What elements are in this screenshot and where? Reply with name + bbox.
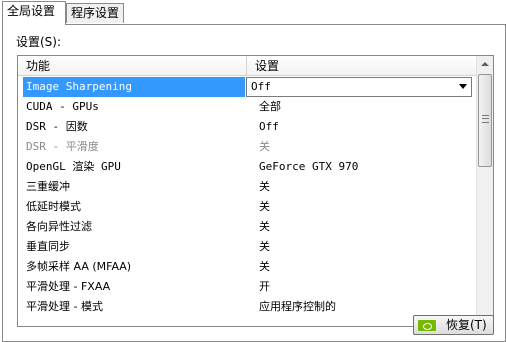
feature-name: OpenGL 渲染 GPU (26, 160, 121, 173)
table-row[interactable]: 低延时模式 关 (18, 197, 476, 217)
settings-panel: 设置(S): 功能 设置 Image Sharpening Off CUDA -… (2, 24, 506, 342)
setting-value: 全部 (259, 100, 281, 113)
arrow-up-icon (481, 62, 489, 66)
feature-name: 平滑处理 - FXAA (26, 280, 111, 293)
restore-button[interactable]: 恢复(T) (413, 315, 494, 335)
table-row[interactable]: CUDA - GPUs 全部 (18, 97, 476, 117)
table-row[interactable]: 各向异性过滤 关 (18, 217, 476, 237)
setting-value: Off (259, 120, 279, 133)
setting-value: 应用程序控制的 (259, 300, 336, 313)
tab-strip: 全局设置 程序设置 (0, 0, 506, 26)
column-header-setting[interactable]: 设置 (247, 56, 476, 76)
grid-header: 功能 设置 (18, 56, 476, 76)
feature-name: 平滑处理 - 模式 (26, 300, 103, 313)
column-header-feature[interactable]: 功能 (18, 56, 247, 76)
table-row[interactable]: 平滑处理 - FXAA 开 (18, 277, 476, 297)
grip-icon (482, 115, 489, 123)
table-row[interactable]: 平滑处理 - 模式 应用程序控制的 (18, 297, 476, 317)
feature-name: 多帧采样 AA (MFAA) (26, 260, 132, 273)
table-row[interactable]: Image Sharpening Off (18, 77, 476, 97)
setting-value: 关 (259, 240, 270, 253)
setting-dropdown[interactable]: Off (246, 77, 472, 97)
grid-rows: Image Sharpening Off CUDA - GPUs 全部 DSR … (18, 77, 476, 317)
table-row[interactable]: 垂直同步 关 (18, 237, 476, 257)
nvidia-logo-icon (418, 320, 436, 331)
setting-value: 关 (259, 200, 270, 213)
table-row[interactable]: 多帧采样 AA (MFAA) 关 (18, 257, 476, 277)
scrollbar-thumb[interactable] (478, 74, 492, 167)
feature-name: 低延时模式 (26, 200, 81, 213)
dropdown-value: Off (251, 80, 271, 93)
table-row: DSR - 平滑度 关 (18, 137, 476, 157)
feature-name: 三重缓冲 (26, 180, 70, 193)
tab-program-settings[interactable]: 程序设置 (66, 3, 124, 23)
setting-value: 关 (259, 260, 270, 273)
feature-name: 垂直同步 (26, 240, 70, 253)
setting-value: 关 (259, 180, 270, 193)
chevron-down-icon[interactable] (459, 84, 467, 89)
setting-value: GeForce GTX 970 (259, 160, 359, 173)
setting-value: 开 (259, 280, 270, 293)
feature-name: 各向异性过滤 (26, 220, 92, 233)
table-row[interactable]: OpenGL 渲染 GPU GeForce GTX 970 (18, 157, 476, 177)
table-row[interactable]: DSR - 因数 Off (18, 117, 476, 137)
scroll-up-button[interactable] (477, 56, 493, 73)
feature-name: DSR - 因数 (26, 120, 88, 133)
restore-label: 恢复(T) (446, 318, 487, 332)
feature-name: DSR - 平滑度 (26, 140, 99, 153)
vertical-scrollbar[interactable] (476, 56, 493, 326)
setting-value: 关 (259, 140, 270, 153)
feature-name: Image Sharpening (23, 77, 245, 97)
table-row[interactable]: 三重缓冲 关 (18, 177, 476, 197)
tab-global-settings[interactable]: 全局设置 (2, 1, 66, 25)
feature-name: CUDA - GPUs (26, 100, 99, 113)
setting-value: 关 (259, 220, 270, 233)
settings-grid[interactable]: 功能 设置 Image Sharpening Off CUDA - GPUs 全… (17, 55, 494, 327)
settings-label: 设置(S): (16, 35, 62, 49)
